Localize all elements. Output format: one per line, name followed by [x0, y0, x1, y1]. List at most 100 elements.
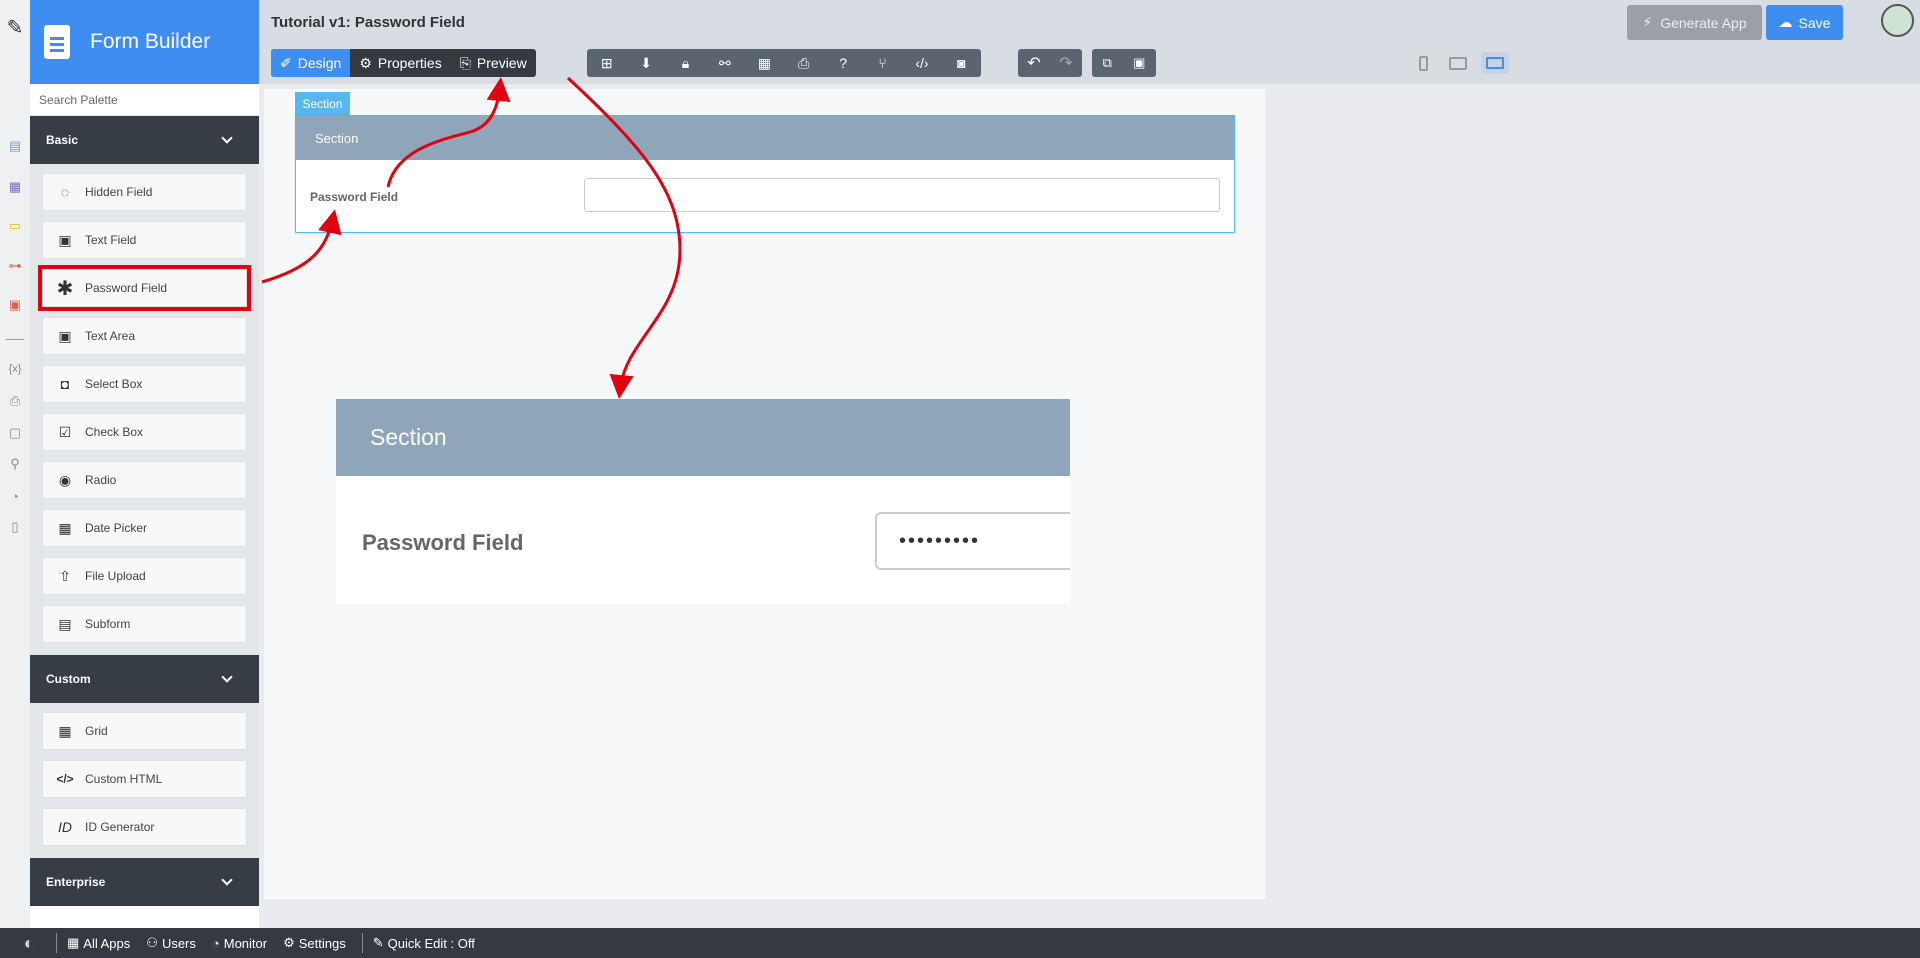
log-icon[interactable]: ▯	[6, 518, 24, 536]
palette-item-text-area[interactable]: ▣ Text Area	[42, 317, 247, 355]
code-icon[interactable]: ‹/›	[902, 49, 941, 77]
asterisk-icon: ✱	[56, 277, 74, 300]
tablet-view-icon[interactable]	[1444, 52, 1472, 74]
palette-item-label: Text Field	[85, 233, 137, 247]
password-field-input[interactable]	[584, 178, 1220, 212]
process-icon[interactable]: ⊶	[6, 257, 24, 275]
users-link[interactable]: ⚇ Users	[146, 935, 196, 951]
all-apps-label: All Apps	[83, 935, 131, 951]
mobile-view-icon[interactable]	[1409, 52, 1437, 74]
preview-icon: ⎘	[459, 54, 471, 71]
undo-icon[interactable]: ↶	[1027, 53, 1040, 73]
category-basic[interactable]: Basic	[30, 116, 259, 164]
lightning-icon: ⚡︎	[1642, 14, 1653, 30]
form-icon[interactable]: ▤	[6, 137, 24, 155]
edit-icon[interactable]: ✎	[6, 17, 24, 39]
report-icon[interactable]: ▣	[6, 296, 24, 314]
palette-item-check-box[interactable]: ☑ Check Box	[42, 413, 247, 451]
translate-icon[interactable]: ⎙	[784, 49, 823, 77]
table-icon[interactable]: ▦	[745, 49, 784, 77]
dashboard-icon: ◔	[211, 935, 220, 951]
userview-icon[interactable]: ▭	[6, 217, 24, 235]
paste-icon[interactable]: ▣	[1133, 55, 1145, 71]
palette-item-text-field[interactable]: ▣ Text Field	[42, 221, 247, 259]
lock-icon[interactable]: 🔒︎	[666, 49, 705, 77]
palette-item-label: File Upload	[85, 569, 146, 583]
zoom-section-header: Section	[336, 399, 1070, 476]
help-icon[interactable]: ?	[823, 49, 862, 77]
page-title: Tutorial v1: Password Field	[271, 14, 465, 31]
desktop-view-icon[interactable]	[1481, 52, 1509, 74]
grid-icon: ▦	[58, 722, 72, 739]
performance-icon[interactable]: ◔	[6, 487, 24, 505]
brand-header: Form Builder	[30, 0, 259, 84]
section-header: Section	[296, 116, 1234, 160]
avatar[interactable]	[1881, 4, 1914, 37]
section-tag[interactable]: Section	[295, 92, 350, 116]
redo-icon[interactable]: ↷	[1059, 53, 1072, 73]
brand-title: Form Builder	[90, 30, 211, 53]
datalist-icon[interactable]: ▦	[6, 178, 24, 196]
file-icon[interactable]: ▢	[6, 424, 24, 442]
category-enterprise[interactable]: Enterprise	[30, 858, 259, 906]
camera-icon[interactable]: ◙	[942, 49, 981, 77]
plugin-icon[interactable]: ⚲	[6, 455, 24, 473]
pencil-icon: ✎	[372, 935, 384, 950]
calendar-icon: ▦	[58, 519, 72, 536]
palette-item-grid[interactable]: ▦ Grid	[42, 712, 247, 750]
tab-preview[interactable]: ⎘ Preview	[451, 49, 536, 77]
mode-tabs: ✐ Design ⚙ Properties ⎘ Preview	[271, 49, 536, 77]
settings-label: Settings	[298, 935, 346, 951]
palette-item-label: Password Field	[85, 281, 168, 295]
import-icon[interactable]: ⬇	[626, 49, 665, 77]
tab-label: Preview	[476, 55, 527, 71]
palette-item-hidden-field[interactable]: ◌ Hidden Field	[42, 173, 247, 211]
variable-icon[interactable]: {x}	[6, 360, 24, 378]
category-custom[interactable]: Custom	[30, 655, 259, 703]
search-input[interactable]	[39, 92, 239, 107]
palette-search	[30, 84, 259, 116]
gear-icon: ⚙	[359, 54, 372, 71]
tab-label: Properties	[377, 55, 442, 71]
custom-items: ▦ Grid </> Custom HTML ID ID Generator	[30, 703, 259, 858]
tab-properties[interactable]: ⚙ Properties	[350, 49, 450, 77]
save-label: Save	[1798, 14, 1831, 31]
palette-item-file-upload[interactable]: ⇧ File Upload	[42, 557, 247, 595]
category-label: Custom	[46, 672, 91, 686]
translate-icon[interactable]: ⎙	[6, 392, 24, 410]
form-builder-icon	[44, 25, 70, 59]
settings-link[interactable]: ⚙ Settings	[283, 935, 346, 951]
palette-item-custom-html[interactable]: </> Custom HTML	[42, 760, 247, 798]
text-area-icon: ▣	[58, 327, 72, 344]
cloud-upload-icon: ☁	[1778, 14, 1793, 30]
generate-app-button[interactable]: ⚡︎ Generate App	[1627, 5, 1762, 40]
subform-icon: ▤	[58, 615, 72, 632]
quick-edit-toggle[interactable]: ✎ Quick Edit : Off	[373, 935, 475, 951]
tool-buttons: ⊞ ⬇ 🔒︎ ⚯ ▦ ⎙ ? ⑂ ‹/› ◙	[587, 49, 981, 77]
form-section[interactable]: Section Password Field	[295, 115, 1235, 233]
palette-item-label: Radio	[85, 473, 117, 487]
palette-item-password-field[interactable]: ✱ Password Field	[38, 265, 251, 311]
palette-item-date-picker[interactable]: ▦ Date Picker	[42, 509, 247, 547]
chevron-down-icon	[221, 874, 233, 886]
binoculars-icon[interactable]: ⚯	[705, 49, 744, 77]
palette-item-subform[interactable]: ▤ Subform	[42, 605, 247, 643]
palette-item-id-generator[interactable]: ID ID Generator	[42, 808, 247, 846]
top-bar: Tutorial v1: Password Field ✐ Design ⚙ Pro…	[259, 0, 1920, 84]
text-field-icon: ▣	[58, 231, 72, 248]
palette-item-select-box[interactable]: ◘ Select Box	[42, 365, 247, 403]
left-icon-rail: ✎ ▤ ▦ ▭ ⊶ ▣ {x} ⎙ ▢ ⚲ ◔ ▯	[0, 0, 30, 928]
password-field-label: Password Field	[310, 190, 399, 204]
monitor-link[interactable]: ◔ Monitor	[212, 936, 267, 951]
tab-label: Design	[297, 55, 342, 71]
tree-view-icon[interactable]: ⊞	[587, 49, 626, 77]
palette-item-radio[interactable]: ◉ Radio	[42, 461, 247, 499]
all-apps-link[interactable]: ▦ All Apps	[67, 935, 130, 951]
bottom-bar: ◐ ▦ All Apps ⚇ Users ◔ Monitor ⚙ Settings ✎ Q…	[0, 928, 1920, 958]
branch-icon[interactable]: ⑂	[863, 49, 902, 77]
copy-icon[interactable]: ⧉	[1103, 55, 1112, 71]
save-button[interactable]: ☁ Save	[1766, 5, 1843, 40]
tab-design[interactable]: ✐ Design	[271, 49, 351, 77]
joget-logo-icon[interactable]: ◐	[10, 930, 48, 956]
palette-item-label: ID Generator	[85, 820, 155, 834]
